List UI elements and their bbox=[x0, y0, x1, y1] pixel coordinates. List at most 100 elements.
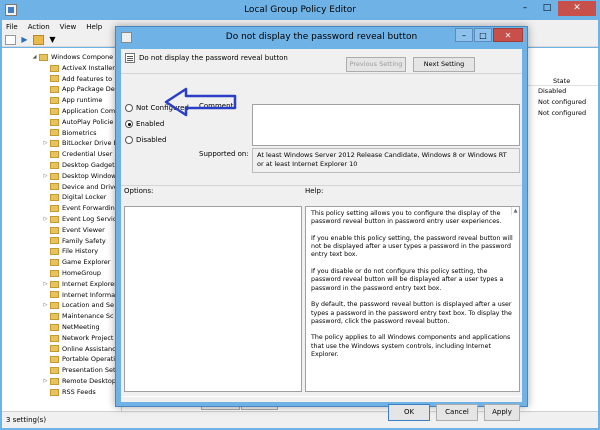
close-icon[interactable]: ✕ bbox=[558, 1, 596, 16]
tree-item-label: Digital Locker bbox=[62, 193, 107, 202]
tree-item[interactable]: ▷ Event Log Servic bbox=[43, 214, 117, 225]
folder-icon bbox=[50, 313, 59, 321]
tree-item[interactable]: Event Viewer bbox=[43, 225, 105, 236]
tree-item[interactable]: Network Project bbox=[43, 333, 113, 344]
tree-item-label: Portable Operati bbox=[62, 355, 116, 364]
tree-item[interactable]: ◢ Windows Compone bbox=[32, 52, 114, 63]
folder-icon bbox=[50, 237, 59, 245]
scroll-up-arrow-icon[interactable]: ▲ bbox=[511, 207, 519, 215]
tree-item-label: Remote Desktop bbox=[62, 377, 116, 385]
tree-item[interactable]: Application Com bbox=[43, 106, 115, 117]
tree-item[interactable]: Desktop Gadget bbox=[43, 160, 115, 171]
tree-item[interactable]: Portable Operati bbox=[43, 354, 115, 365]
folder-icon bbox=[50, 280, 59, 288]
help-paragraph: This policy setting allows you to config… bbox=[311, 210, 502, 226]
annotation-arrow-icon bbox=[164, 87, 237, 117]
menu-help[interactable]: Help bbox=[86, 23, 102, 31]
forward-arrow-icon[interactable]: ▶ bbox=[19, 35, 30, 45]
cancel-button[interactable]: Cancel bbox=[436, 404, 478, 421]
tree-item[interactable]: ▷ Internet Explorer bbox=[43, 279, 117, 290]
radio-enabled[interactable]: Enabled bbox=[125, 120, 164, 128]
tree-item[interactable]: Add features to bbox=[43, 74, 112, 85]
tree-item[interactable]: ▷ BitLocker Drive E bbox=[43, 138, 118, 149]
tree-item-label: Credential User I bbox=[62, 150, 117, 159]
tree-item-label: Event Forwardin bbox=[62, 204, 115, 213]
tree-item[interactable]: Maintenance Sc bbox=[43, 311, 114, 322]
minimize-icon[interactable]: – bbox=[514, 1, 536, 16]
state-cell[interactable]: Not configured bbox=[527, 97, 598, 108]
collapsed-chevron-icon[interactable]: ▷ bbox=[43, 214, 48, 225]
policy-tree[interactable]: ◢ Windows Compone ActiveX Installer Add fea… bbox=[2, 48, 122, 411]
properties-icon[interactable] bbox=[5, 34, 16, 45]
apply-button[interactable]: Apply bbox=[484, 404, 520, 421]
tree-item[interactable]: App runtime bbox=[43, 95, 102, 106]
tree-item[interactable]: Online Assistanc bbox=[43, 344, 116, 355]
maximize-icon[interactable]: □ bbox=[536, 1, 558, 16]
dialog-minimize-icon[interactable]: – bbox=[455, 28, 473, 42]
state-cell[interactable]: Not configured bbox=[527, 108, 598, 119]
folder-icon bbox=[50, 205, 59, 213]
tree-item[interactable]: Digital Locker bbox=[43, 192, 106, 203]
previous-setting-button[interactable]: Previous Setting bbox=[346, 57, 406, 72]
help-panel[interactable]: ▲ This policy setting allows you to conf… bbox=[305, 206, 520, 392]
radio-disabled-dot[interactable] bbox=[125, 136, 133, 144]
tree-item[interactable]: File History bbox=[43, 246, 98, 257]
tree-item[interactable]: HomeGroup bbox=[43, 268, 101, 279]
help-paragraph: By default, the password reveal button i… bbox=[311, 301, 512, 325]
tree-item[interactable]: ▷ Desktop Window bbox=[43, 171, 117, 182]
collapsed-chevron-icon[interactable]: ▷ bbox=[43, 279, 48, 290]
help-paragraph: If you enable this policy setting, the p… bbox=[311, 234, 513, 259]
up-folder-icon[interactable] bbox=[33, 34, 44, 45]
menu-view[interactable]: View bbox=[60, 23, 77, 31]
radio-not-configured-dot[interactable] bbox=[125, 104, 133, 112]
tree-item[interactable]: ▷ Location and Se bbox=[43, 300, 114, 311]
tree-item[interactable]: ActiveX Installer bbox=[43, 63, 115, 74]
radio-enabled-dot[interactable] bbox=[125, 120, 133, 128]
menu-file[interactable]: File bbox=[6, 23, 18, 31]
radio-disabled[interactable]: Disabled bbox=[125, 136, 166, 144]
tree-item[interactable]: Presentation Set bbox=[43, 365, 116, 376]
dialog-close-icon[interactable]: ✕ bbox=[493, 28, 523, 42]
tree-item[interactable]: Event Forwardin bbox=[43, 203, 115, 214]
tree-item-label: NetMeeting bbox=[62, 323, 100, 331]
tree-item[interactable]: Family Safety bbox=[43, 236, 106, 247]
folder-icon bbox=[50, 323, 59, 331]
state-column-header[interactable]: State bbox=[527, 76, 598, 86]
state-cell[interactable]: Disabled bbox=[527, 86, 598, 97]
tree-item[interactable]: Game Explorer bbox=[43, 257, 110, 268]
tree-item[interactable]: NetMeeting bbox=[43, 322, 100, 333]
tree-item-label: BitLocker Drive E bbox=[62, 139, 118, 148]
filter-icon[interactable]: ▼ bbox=[47, 35, 58, 45]
comment-textarea[interactable] bbox=[252, 104, 520, 146]
folder-icon bbox=[50, 291, 59, 299]
folder-icon bbox=[50, 194, 59, 202]
folder-icon bbox=[50, 140, 59, 148]
tree-item[interactable]: Biometrics bbox=[43, 128, 97, 139]
collapsed-chevron-icon[interactable]: ▷ bbox=[43, 171, 48, 182]
main-window-controls: – □ ✕ bbox=[514, 1, 596, 16]
tree-item[interactable]: AutoPlay Policie bbox=[43, 117, 113, 128]
folder-icon bbox=[50, 161, 59, 169]
tree-item[interactable]: Internet Informat bbox=[43, 290, 118, 301]
tree-item[interactable]: RSS Feeds bbox=[43, 387, 96, 398]
folder-icon bbox=[50, 64, 59, 72]
collapsed-chevron-icon[interactable]: ▷ bbox=[43, 300, 48, 311]
menu-action[interactable]: Action bbox=[28, 23, 50, 31]
next-setting-button[interactable]: Next Setting bbox=[413, 57, 475, 72]
dialog-maximize-icon[interactable]: □ bbox=[474, 28, 492, 42]
supported-on-value: At least Windows Server 2012 Release Can… bbox=[252, 148, 520, 173]
tree-item[interactable]: Credential User I bbox=[43, 149, 116, 160]
folder-icon bbox=[50, 151, 59, 159]
collapsed-chevron-icon[interactable]: ▷ bbox=[43, 138, 48, 149]
tree-item-label: Biometrics bbox=[62, 128, 97, 137]
expanded-chevron-icon[interactable]: ◢ bbox=[32, 52, 37, 63]
tree-item[interactable]: ▷ Remote Desktop bbox=[43, 376, 116, 387]
tree-item[interactable]: Device and Drive bbox=[43, 182, 118, 193]
tree-item[interactable]: App Package De bbox=[43, 84, 115, 95]
folder-icon bbox=[50, 86, 59, 94]
section-divider bbox=[121, 185, 522, 186]
collapsed-chevron-icon[interactable]: ▷ bbox=[43, 376, 48, 387]
ok-button[interactable]: OK bbox=[388, 404, 430, 421]
tree-item-label: App runtime bbox=[62, 96, 103, 105]
folder-icon bbox=[50, 302, 59, 310]
